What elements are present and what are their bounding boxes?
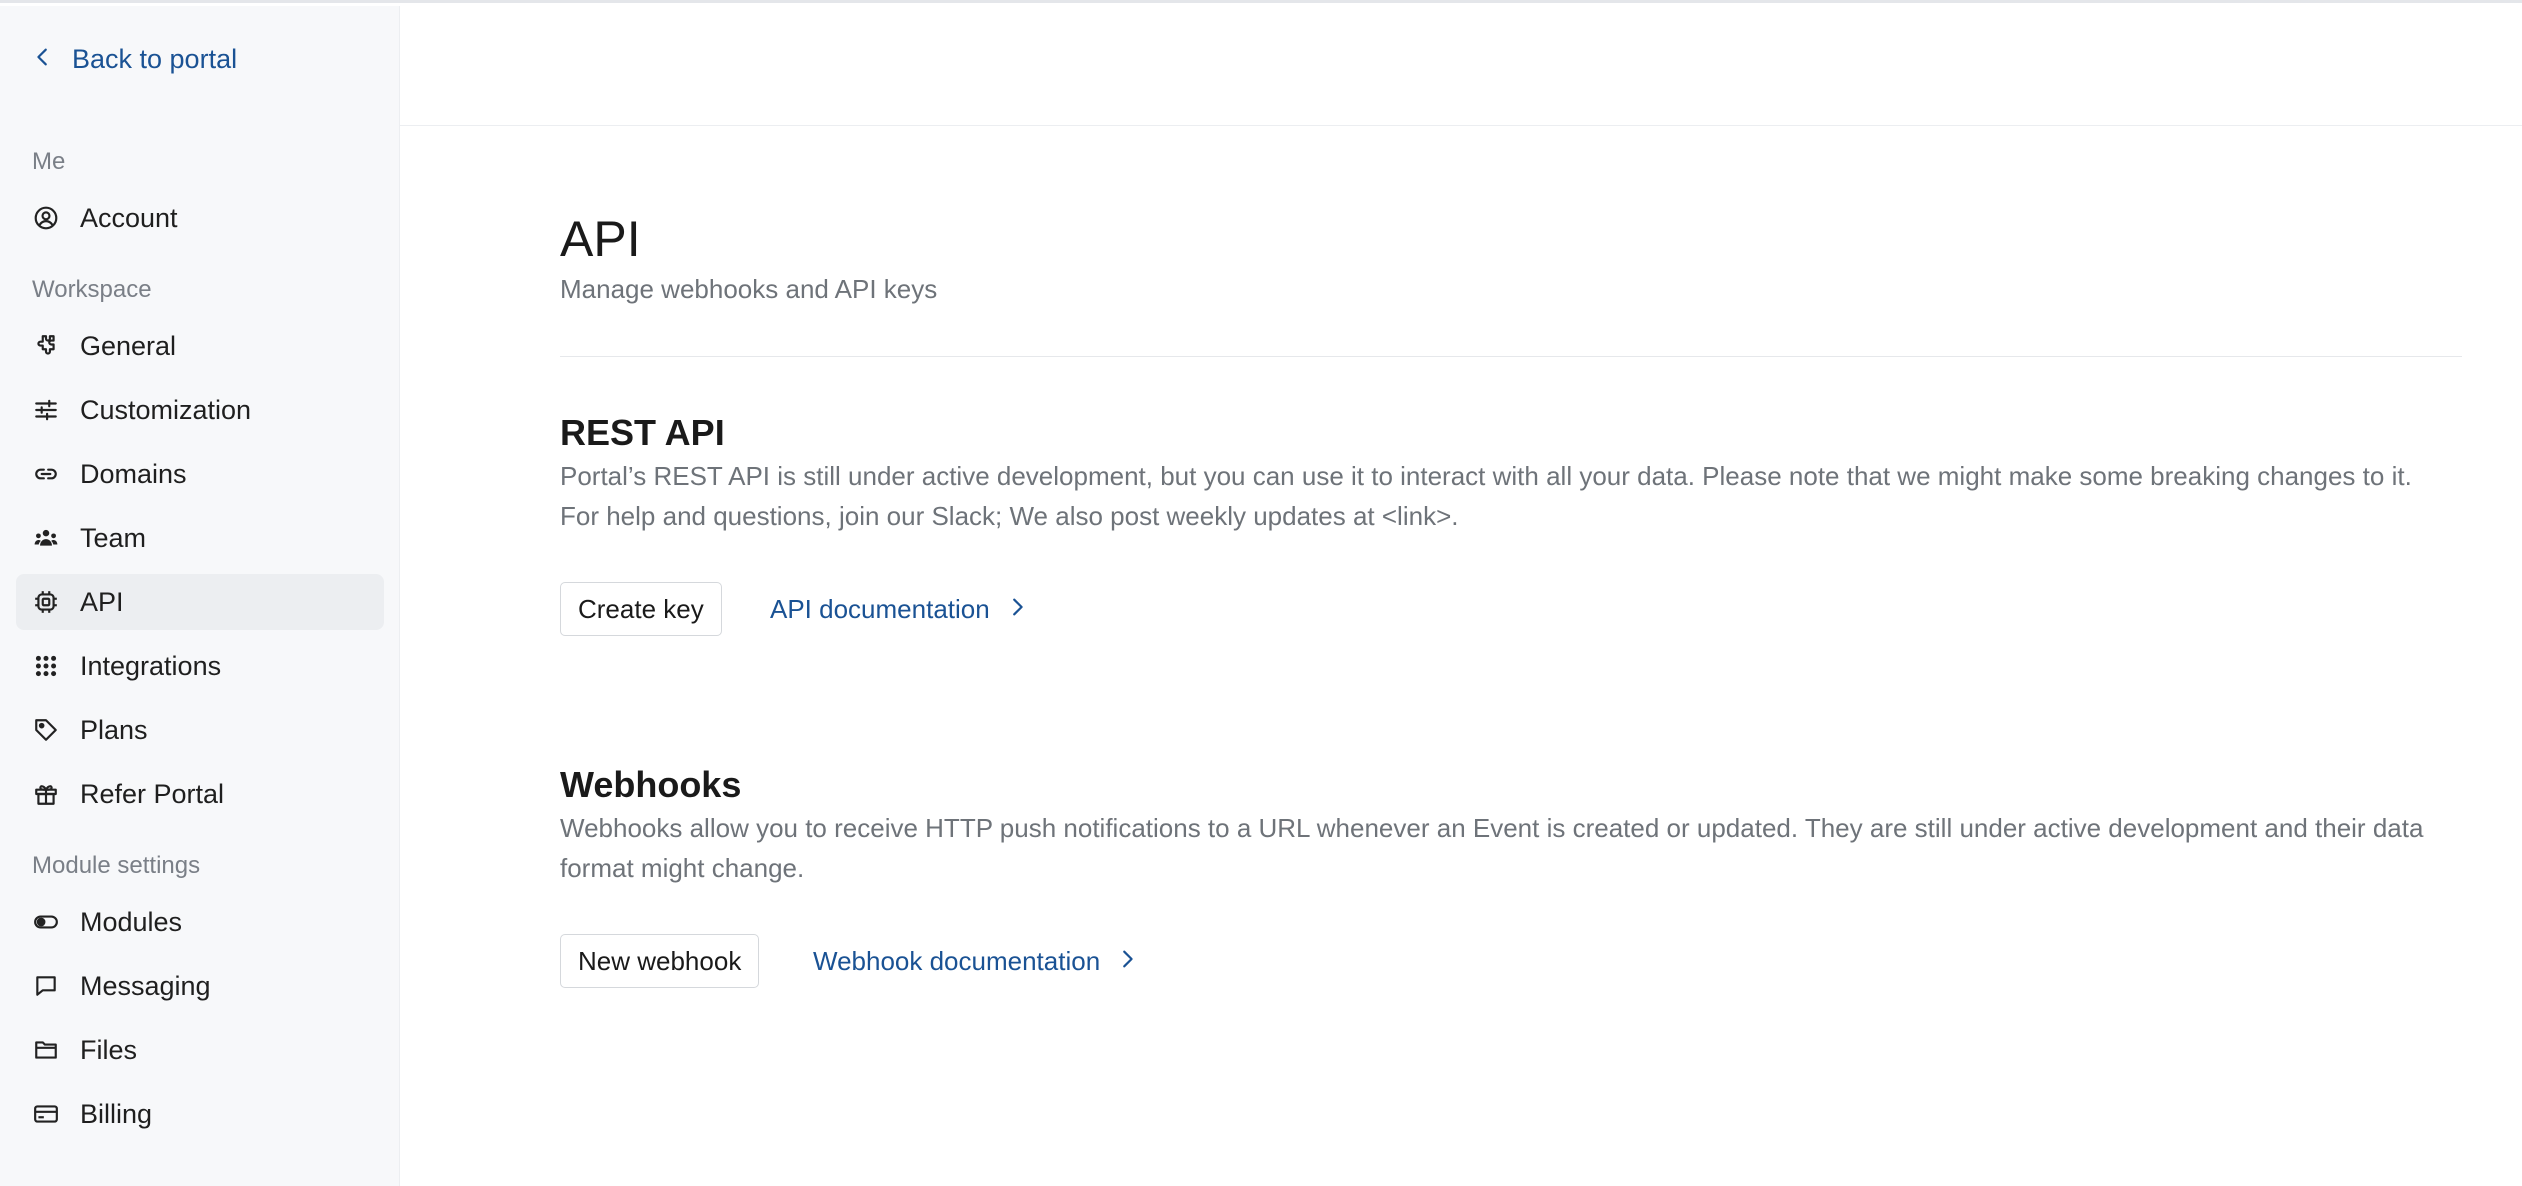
create-key-button[interactable]: Create key bbox=[560, 582, 722, 636]
api-documentation-link[interactable]: API documentation bbox=[770, 594, 1028, 625]
message-icon bbox=[32, 972, 60, 1000]
users-icon bbox=[32, 524, 60, 552]
sidebar: Back to portal Me Account Workspace Gene… bbox=[0, 6, 400, 1186]
sidebar-item-team[interactable]: Team bbox=[16, 510, 384, 566]
chevron-right-icon bbox=[1100, 946, 1138, 977]
sidebar-item-label: Domains bbox=[80, 458, 187, 489]
rest-api-title: REST API bbox=[560, 412, 725, 453]
sidebar-item-domains[interactable]: Domains bbox=[16, 446, 384, 502]
chevron-right-icon bbox=[990, 594, 1028, 625]
sidebar-item-messaging[interactable]: Messaging bbox=[16, 958, 384, 1014]
main-header bbox=[400, 6, 2522, 126]
grid-dots-icon bbox=[32, 652, 60, 680]
sidebar-item-refer-portal[interactable]: Refer Portal bbox=[16, 766, 384, 822]
chip-icon bbox=[32, 588, 60, 616]
sidebar-item-modules[interactable]: Modules bbox=[16, 894, 384, 950]
folder-icon bbox=[32, 1036, 60, 1064]
divider bbox=[560, 356, 2462, 357]
sidebar-item-label: Customization bbox=[80, 394, 252, 425]
webhooks-title: Webhooks bbox=[560, 764, 742, 805]
sidebar-item-label: Account bbox=[80, 202, 178, 233]
sidebar-item-label: Billing bbox=[80, 1098, 153, 1129]
chevron-left-icon bbox=[32, 44, 72, 75]
webhook-documentation-label: Webhook documentation bbox=[813, 946, 1101, 976]
sidebar-item-label: General bbox=[80, 330, 177, 361]
sidebar-item-plans[interactable]: Plans bbox=[16, 702, 384, 758]
tag-icon bbox=[32, 716, 60, 744]
webhook-documentation-link[interactable]: Webhook documentation bbox=[813, 946, 1138, 977]
sidebar-item-label: Modules bbox=[80, 906, 183, 937]
section-label-me: Me bbox=[32, 148, 66, 175]
sidebar-item-label: API bbox=[80, 586, 124, 617]
new-webhook-button[interactable]: New webhook bbox=[560, 934, 760, 988]
sidebar-item-label: Files bbox=[80, 1034, 138, 1065]
back-to-portal-label: Back to portal bbox=[72, 44, 238, 74]
page-title: API bbox=[560, 211, 641, 267]
webhooks-description: Webhooks allow you to receive HTTP push … bbox=[560, 813, 2424, 883]
back-to-portal-link[interactable]: Back to portal bbox=[32, 44, 237, 75]
toggle-icon bbox=[32, 908, 60, 936]
rest-api-description: Portal’s REST API is still under active … bbox=[560, 461, 2412, 531]
sidebar-item-api[interactable]: API bbox=[16, 574, 384, 630]
sidebar-item-integrations[interactable]: Integrations bbox=[16, 638, 384, 694]
sidebar-item-label: Refer Portal bbox=[80, 778, 225, 809]
sidebar-item-customization[interactable]: Customization bbox=[16, 382, 384, 438]
sidebar-item-label: Team bbox=[80, 522, 147, 553]
gift-icon bbox=[32, 780, 60, 808]
api-documentation-label: API documentation bbox=[770, 594, 990, 624]
sidebar-item-label: Integrations bbox=[80, 650, 222, 681]
sliders-icon bbox=[32, 396, 60, 424]
sidebar-item-account[interactable]: Account bbox=[16, 190, 384, 246]
sidebar-item-label: Plans bbox=[80, 714, 148, 745]
sidebar-item-files[interactable]: Files bbox=[16, 1022, 384, 1078]
sidebar-item-general[interactable]: General bbox=[16, 318, 384, 374]
section-label-workspace: Workspace bbox=[32, 276, 152, 303]
sidebar-item-label: Messaging bbox=[80, 970, 211, 1001]
credit-card-icon bbox=[32, 1100, 60, 1128]
section-label-module-settings: Module settings bbox=[32, 852, 201, 879]
user-circle-icon bbox=[32, 204, 60, 232]
link-icon bbox=[32, 460, 60, 488]
main-content: API Manage webhooks and API keys REST AP… bbox=[400, 6, 2522, 1186]
sidebar-item-billing[interactable]: Billing bbox=[16, 1086, 384, 1142]
page-subtitle: Manage webhooks and API keys bbox=[560, 274, 938, 304]
puzzle-icon bbox=[32, 332, 60, 360]
